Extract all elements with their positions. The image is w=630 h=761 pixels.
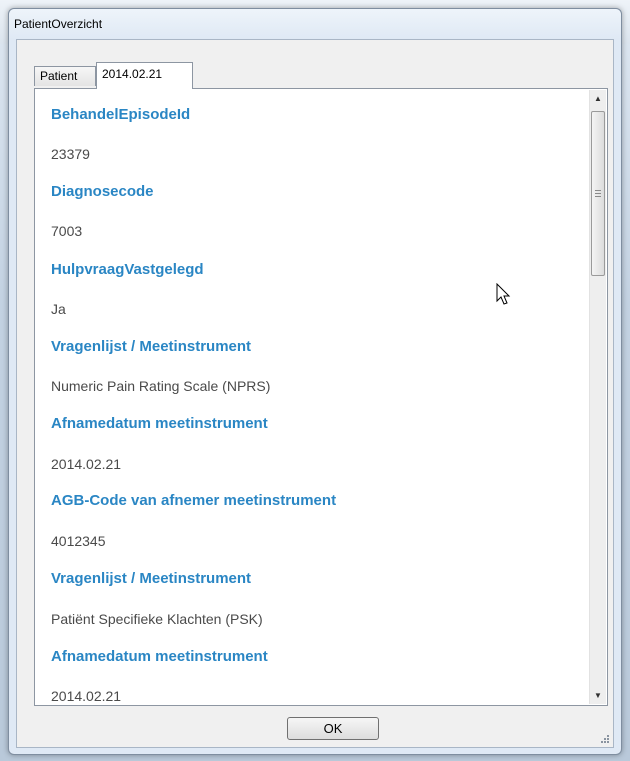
field-value: Numeric Pain Rating Scale (NPRS) [51, 378, 271, 394]
scroll-up-arrow-icon[interactable]: ▲ [590, 90, 606, 107]
field-value: 2014.02.21 [51, 688, 122, 701]
title-bar[interactable]: PatientOverzicht [9, 9, 621, 39]
field-value: 2014.02.21 [51, 456, 122, 472]
field-value: Patiënt Specifieke Klachten (PSK) [51, 611, 263, 627]
field-value: Ja [51, 301, 66, 317]
field-item: Ja [51, 301, 66, 317]
field-item: 2014.02.21 [51, 688, 121, 701]
ok-button[interactable]: OK [287, 717, 379, 740]
field-item: Afnamedatum meetinstrument [51, 415, 268, 432]
field-label: Vragenlijst / Meetinstrument [51, 570, 252, 587]
field-item: Vragenlijst / Meetinstrument [51, 570, 251, 587]
field-label: BehandelEpisodeId [51, 106, 191, 123]
field-label: AGB-Code van afnemer meetinstrument [51, 492, 337, 509]
field-item: Patiënt Specifieke Klachten (PSK) [51, 611, 263, 627]
field-item: 7003 [51, 223, 82, 239]
scroll-thumb[interactable] [591, 111, 605, 276]
field-list[interactable]: BehandelEpisodeId 23379 Diagnosecode 700… [39, 93, 585, 701]
field-item: BehandelEpisodeId [51, 106, 190, 123]
field-item: HulpvraagVastgelegd [51, 261, 204, 278]
field-value: 7003 [51, 223, 83, 239]
tab-patient[interactable]: Patient [34, 66, 96, 86]
vertical-scrollbar[interactable]: ▲ ▼ [589, 90, 606, 704]
mouse-pointer-icon [496, 283, 511, 305]
field-item: 23379 [51, 146, 90, 162]
field-item: AGB-Code van afnemer meetinstrument [51, 492, 336, 509]
field-item: Vragenlijst / Meetinstrument [51, 338, 251, 355]
resize-grip-icon[interactable] [600, 734, 610, 744]
field-item: Numeric Pain Rating Scale (NPRS) [51, 378, 270, 394]
field-item: 2014.02.21 [51, 456, 121, 472]
field-label: Diagnosecode [51, 183, 154, 200]
field-label: Afnamedatum meetinstrument [51, 415, 268, 432]
field-item: 4012345 [51, 533, 106, 549]
field-label: Vragenlijst / Meetinstrument [51, 338, 252, 355]
field-value: 4012345 [51, 533, 106, 549]
patient-overzicht-dialog: PatientOverzicht Patient 2014.02.21 Beha… [8, 8, 622, 755]
field-item: Afnamedatum meetinstrument [51, 648, 268, 665]
field-item: Diagnosecode [51, 183, 154, 200]
tab-panel: BehandelEpisodeId 23379 Diagnosecode 700… [34, 88, 608, 706]
field-label: HulpvraagVastgelegd [51, 261, 204, 278]
field-value: 23379 [51, 146, 90, 162]
window-title: PatientOverzicht [14, 17, 103, 31]
dialog-client-area: Patient 2014.02.21 BehandelEpisodeId 233… [16, 39, 614, 748]
field-label: Afnamedatum meetinstrument [51, 648, 268, 665]
tab-2014-02-21[interactable]: 2014.02.21 [96, 62, 193, 89]
scroll-down-arrow-icon[interactable]: ▼ [590, 687, 606, 704]
grip-lines-icon [595, 190, 601, 197]
